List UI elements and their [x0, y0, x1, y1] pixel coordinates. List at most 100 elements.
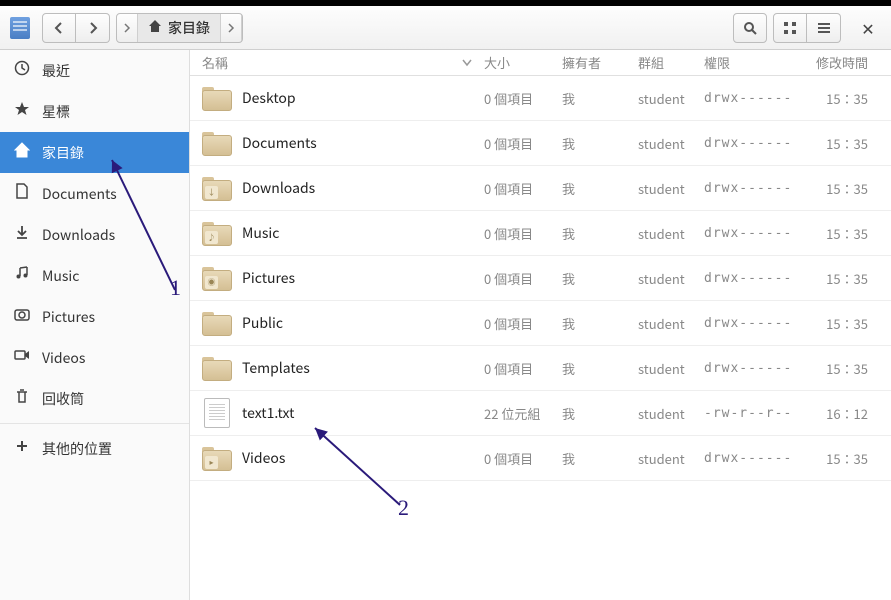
- sidebar-item-recent[interactable]: 最近: [0, 50, 189, 91]
- table-row[interactable]: Desktop0 個項目我studentdrwx------15：35: [190, 76, 891, 121]
- cell-group: student: [638, 359, 704, 378]
- cell-perm: -rw-r--r--: [704, 406, 808, 421]
- path-expand-button[interactable]: [221, 14, 242, 42]
- star-icon: [14, 101, 30, 122]
- toolbar: 家目錄 ✕: [0, 6, 891, 50]
- cell-group: student: [638, 224, 704, 243]
- file-name: Public: [242, 313, 283, 333]
- home-icon: [148, 18, 162, 38]
- sidebar-item-label: 回收筒: [42, 389, 84, 409]
- sidebar-item-music[interactable]: Music: [0, 255, 189, 296]
- annotation-label-1: 1: [170, 275, 181, 301]
- sidebar-item-downloads[interactable]: Downloads: [0, 214, 189, 255]
- hamburger-menu-button[interactable]: [807, 13, 841, 43]
- path-segment-home[interactable]: 家目錄: [138, 14, 221, 42]
- cell-mtime: 15：35: [808, 89, 868, 108]
- file-name: Desktop: [242, 88, 296, 108]
- cell-perm: drwx------: [704, 226, 808, 241]
- cell-size: 0 個項目: [484, 314, 562, 333]
- search-button[interactable]: [733, 13, 767, 43]
- sidebar-item-label: Downloads: [42, 225, 115, 245]
- sidebar-item-documents[interactable]: Documents: [0, 173, 189, 214]
- sidebar-item-videos[interactable]: Videos: [0, 337, 189, 378]
- file-list: 名稱 大小 擁有者 群組 權限 修改時間 Desktop0 個項目我studen…: [190, 50, 891, 600]
- cell-owner: 我: [562, 314, 638, 333]
- sidebar-item-label: 其他的位置: [42, 439, 112, 459]
- back-button[interactable]: [42, 13, 76, 43]
- table-row[interactable]: Templates0 個項目我studentdrwx------15：35: [190, 346, 891, 391]
- path-home-label: 家目錄: [168, 18, 210, 38]
- clock-icon: [14, 60, 30, 81]
- cell-mtime: 15：35: [808, 269, 868, 288]
- cell-mtime: 15：35: [808, 134, 868, 153]
- cell-owner: 我: [562, 134, 638, 153]
- cell-group: student: [638, 179, 704, 198]
- sidebar-item-pictures[interactable]: Pictures: [0, 296, 189, 337]
- cell-mtime: 15：35: [808, 449, 868, 468]
- cell-owner: 我: [562, 179, 638, 198]
- column-header-size[interactable]: 大小: [484, 53, 562, 72]
- sidebar-item-label: Music: [42, 266, 79, 286]
- doc-icon: [14, 183, 30, 204]
- column-headers: 名稱 大小 擁有者 群組 權限 修改時間: [190, 50, 891, 76]
- cell-group: student: [638, 314, 704, 333]
- table-row[interactable]: ♪Music0 個項目我studentdrwx------15：35: [190, 211, 891, 256]
- column-header-name[interactable]: 名稱: [202, 53, 484, 72]
- sidebar: 最近星標家目錄Documents Downloads Music Pictures Vi…: [0, 50, 190, 600]
- file-icon: [204, 398, 230, 428]
- cell-group: student: [638, 404, 704, 423]
- sidebar-item-other[interactable]: 其他的位置: [0, 428, 189, 469]
- folder-icon: [202, 355, 232, 381]
- table-row[interactable]: ↓Downloads0 個項目我studentdrwx------15：35: [190, 166, 891, 211]
- cell-group: student: [638, 89, 704, 108]
- annotation-label-2: 2: [398, 495, 409, 521]
- column-header-owner[interactable]: 擁有者: [562, 53, 638, 72]
- cell-perm: drwx------: [704, 361, 808, 376]
- file-name: Documents: [242, 133, 317, 153]
- column-header-mtime[interactable]: 修改時間: [808, 53, 868, 72]
- cell-mtime: 15：35: [808, 224, 868, 243]
- sidebar-item-starred[interactable]: 星標: [0, 91, 189, 132]
- column-header-perm[interactable]: 權限: [704, 53, 808, 72]
- sidebar-item-home[interactable]: 家目錄: [0, 132, 189, 173]
- table-row[interactable]: Documents0 個項目我studentdrwx------15：35: [190, 121, 891, 166]
- file-name: Music: [242, 223, 279, 243]
- cell-owner: 我: [562, 269, 638, 288]
- sidebar-item-trash[interactable]: 回收筒: [0, 378, 189, 419]
- cell-perm: drwx------: [704, 136, 808, 151]
- forward-button[interactable]: [76, 13, 110, 43]
- column-header-group[interactable]: 群組: [638, 53, 704, 72]
- folder-icon: [202, 310, 232, 336]
- sidebar-item-label: Videos: [42, 348, 85, 368]
- close-button[interactable]: ✕: [853, 13, 883, 43]
- view-grid-button[interactable]: [773, 13, 807, 43]
- app-icon: [10, 17, 30, 39]
- folder-icon: [202, 130, 232, 156]
- cell-size: 0 個項目: [484, 224, 562, 243]
- cell-owner: 我: [562, 224, 638, 243]
- camera-icon: [14, 306, 30, 327]
- file-name: Pictures: [242, 268, 295, 288]
- path-root-button[interactable]: [117, 14, 138, 42]
- cell-owner: 我: [562, 449, 638, 468]
- cell-size: 0 個項目: [484, 359, 562, 378]
- cell-perm: drwx------: [704, 181, 808, 196]
- table-row[interactable]: ▸Videos0 個項目我studentdrwx------15：35: [190, 436, 891, 481]
- down-icon: [14, 224, 30, 245]
- cell-size: 0 個項目: [484, 134, 562, 153]
- cell-perm: drwx------: [704, 271, 808, 286]
- table-row[interactable]: Public0 個項目我studentdrwx------15：35: [190, 301, 891, 346]
- cell-perm: drwx------: [704, 91, 808, 106]
- cell-size: 0 個項目: [484, 269, 562, 288]
- table-row[interactable]: text1.txt22 位元組我student-rw-r--r--16：12: [190, 391, 891, 436]
- home-icon: [14, 142, 30, 163]
- cell-mtime: 15：35: [808, 179, 868, 198]
- cell-size: 22 位元組: [484, 404, 562, 423]
- cell-size: 0 個項目: [484, 449, 562, 468]
- cell-owner: 我: [562, 404, 638, 423]
- cell-mtime: 15：35: [808, 359, 868, 378]
- file-name: Templates: [242, 358, 310, 378]
- table-row[interactable]: ◉Pictures0 個項目我studentdrwx------15：35: [190, 256, 891, 301]
- cell-perm: drwx------: [704, 451, 808, 466]
- pathbar[interactable]: 家目錄: [116, 13, 243, 43]
